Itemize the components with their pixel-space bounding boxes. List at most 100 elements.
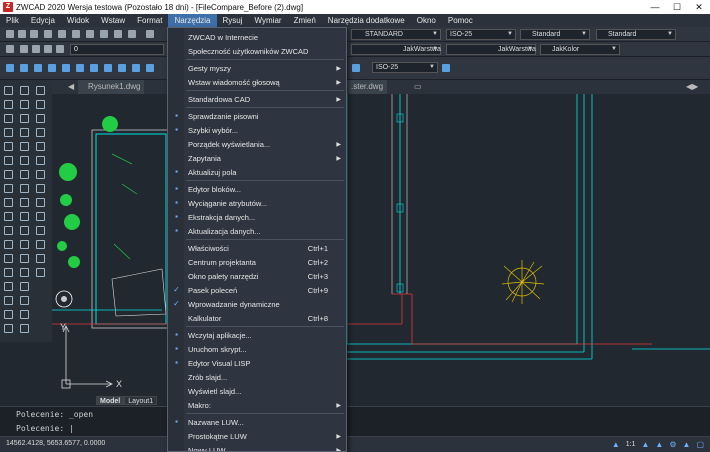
menu-entry-21[interactable]: ▪ Uruchom skrypt... <box>168 342 346 356</box>
draw-tool-icon[interactable] <box>36 100 45 109</box>
arc-dim-icon[interactable] <box>34 64 42 72</box>
menu-entry-13[interactable]: ▪ Aktualizacja danych... <box>168 224 346 238</box>
draw-tool-icon[interactable] <box>20 254 29 263</box>
aligned-dim-icon[interactable] <box>20 64 28 72</box>
draw-tool-icon[interactable] <box>4 226 13 235</box>
menu-entry-18[interactable]: ✓ Wprowadzanie dynamiczne <box>168 297 346 311</box>
draw-tool-icon[interactable] <box>20 156 29 165</box>
draw-tool-icon[interactable] <box>20 86 29 95</box>
color-combo[interactable]: JakKolor ▼ <box>540 44 620 55</box>
menu-entry-6[interactable]: ▪ Szybki wybór... <box>168 123 346 137</box>
tolerance-icon[interactable] <box>146 64 154 72</box>
draw-tool-icon[interactable] <box>36 198 45 207</box>
draw-tool-icon[interactable] <box>20 310 29 319</box>
draw-tool-icon[interactable] <box>4 268 13 277</box>
close-button[interactable]: ✕ <box>688 0 710 14</box>
paste-icon[interactable] <box>114 30 122 38</box>
menu-item-9[interactable]: Narzędzia dodatkowe <box>322 14 411 27</box>
draw-tool-icon[interactable] <box>4 254 13 263</box>
menu-entry-17[interactable]: ✓ Pasek poleceń Ctrl+9 <box>168 283 346 297</box>
menu-item-6[interactable]: Rysuj <box>217 14 249 27</box>
draw-tool-icon[interactable] <box>4 310 13 319</box>
fullscreen-icon[interactable]: ▢ <box>696 440 704 449</box>
menu-item-0[interactable]: Plik <box>0 14 25 27</box>
tab-rysunek1[interactable]: Rysunek1.dwg <box>78 80 145 94</box>
draw-tool-icon[interactable] <box>20 142 29 151</box>
menu-entry-28[interactable]: Nowy LUW ▶ <box>168 443 346 452</box>
menu-item-3[interactable]: Wstaw <box>95 14 131 27</box>
menu-entry-23[interactable]: Zrób slajd... <box>168 370 346 384</box>
draw-tool-icon[interactable] <box>4 142 13 151</box>
draw-tool-icon[interactable] <box>4 198 13 207</box>
menu-entry-2[interactable]: Gesty myszy ▶ <box>168 61 346 75</box>
draw-tool-icon[interactable] <box>4 324 13 333</box>
draw-tool-icon[interactable] <box>20 100 29 109</box>
draw-tool-icon[interactable] <box>36 114 45 123</box>
new-tab-icon[interactable]: ▭ <box>410 80 426 94</box>
draw-tool-icon[interactable] <box>4 240 13 249</box>
draw-tool-icon[interactable] <box>20 268 29 277</box>
draw-tool-icon[interactable] <box>4 114 13 123</box>
linear-dim-icon[interactable] <box>6 64 14 72</box>
print-icon[interactable] <box>58 30 66 38</box>
save-as-icon[interactable] <box>44 30 52 38</box>
draw-tool-icon[interactable] <box>36 156 45 165</box>
dim-style-manager-icon[interactable] <box>442 64 450 72</box>
draw-tool-icon[interactable] <box>4 100 13 109</box>
ordinate-dim-icon[interactable] <box>48 64 56 72</box>
menu-entry-25[interactable]: Makro: ▶ <box>168 398 346 412</box>
menu-entry-15[interactable]: Centrum projektanta Ctrl+2 <box>168 255 346 269</box>
menu-item-2[interactable]: Widok <box>61 14 95 27</box>
maximize-button[interactable]: ☐ <box>666 0 688 14</box>
annotation-visibility-icon[interactable]: ▲ <box>642 440 650 449</box>
tabs-scroll-icon[interactable]: ◀▶ <box>682 80 702 94</box>
menu-entry-10[interactable]: ▪ Edytor bloków... <box>168 182 346 196</box>
draw-tool-icon[interactable] <box>20 114 29 123</box>
lock-toolbar-icon[interactable]: ▲ <box>683 440 691 449</box>
menu-item-5[interactable]: Narzędzia <box>168 14 217 27</box>
menu-entry-9[interactable]: ▪ Aktualizuj pola <box>168 165 346 179</box>
plot-preview-icon[interactable] <box>72 30 80 38</box>
menu-entry-27[interactable]: Prostokątne LUW ▶ <box>168 429 346 443</box>
menu-entry-14[interactable]: Właściwości Ctrl+1 <box>168 241 346 255</box>
menu-entry-19[interactable]: Kalkulator Ctrl+8 <box>168 311 346 325</box>
dim-style-combo-2[interactable]: ISO-25 ▼ <box>372 62 438 73</box>
draw-tool-icon[interactable] <box>36 268 45 277</box>
draw-tool-icon[interactable] <box>20 282 29 291</box>
draw-tool-icon[interactable] <box>20 324 29 333</box>
minimize-button[interactable]: — <box>644 0 666 14</box>
continue-dim-icon[interactable] <box>132 64 140 72</box>
workspace-gear-icon[interactable]: ⚙ <box>669 440 676 449</box>
auto-scale-icon[interactable]: ▲ <box>655 440 663 449</box>
dim-style-combo[interactable]: ISO-25 ▼ <box>446 29 516 40</box>
drawing-canvas[interactable]: Y X <box>52 94 710 406</box>
dim-edit-icon[interactable] <box>352 64 360 72</box>
text-style-combo[interactable]: STANDARD ▼ <box>351 29 441 40</box>
draw-tool-icon[interactable] <box>20 240 29 249</box>
draw-tool-icon[interactable] <box>36 254 45 263</box>
new-file-icon[interactable] <box>6 30 14 38</box>
command-prompt[interactable]: Polecenie: | <box>16 424 74 433</box>
menu-entry-12[interactable]: ▪ Ekstrakcja danych... <box>168 210 346 224</box>
draw-tool-icon[interactable] <box>4 156 13 165</box>
menu-item-7[interactable]: Wymiar <box>249 14 288 27</box>
menu-item-11[interactable]: Pomoc <box>442 14 479 27</box>
draw-tool-icon[interactable] <box>4 282 13 291</box>
layer-combo[interactable]: 0 <box>70 44 164 55</box>
draw-tool-icon[interactable] <box>20 128 29 137</box>
diameter-dim-icon[interactable] <box>76 64 84 72</box>
menu-entry-24[interactable]: Wyświetl slajd... <box>168 384 346 398</box>
menu-entry-11[interactable]: ▪ Wyciąganie atrybutów... <box>168 196 346 210</box>
sun-icon[interactable] <box>32 45 40 53</box>
draw-tool-icon[interactable] <box>20 184 29 193</box>
undo-icon[interactable] <box>146 30 154 38</box>
open-file-icon[interactable] <box>18 30 26 38</box>
draw-tool-icon[interactable] <box>4 184 13 193</box>
draw-tool-icon[interactable] <box>36 170 45 179</box>
menu-entry-8[interactable]: Zapytania ▶ <box>168 151 346 165</box>
draw-tool-icon[interactable] <box>20 212 29 221</box>
draw-tool-icon[interactable] <box>20 170 29 179</box>
menu-entry-1[interactable]: Społeczność użytkowników ZWCAD <box>168 44 346 58</box>
save-icon[interactable] <box>30 30 38 38</box>
lineweight-combo[interactable]: JakWarstwa ▼ <box>446 44 536 55</box>
